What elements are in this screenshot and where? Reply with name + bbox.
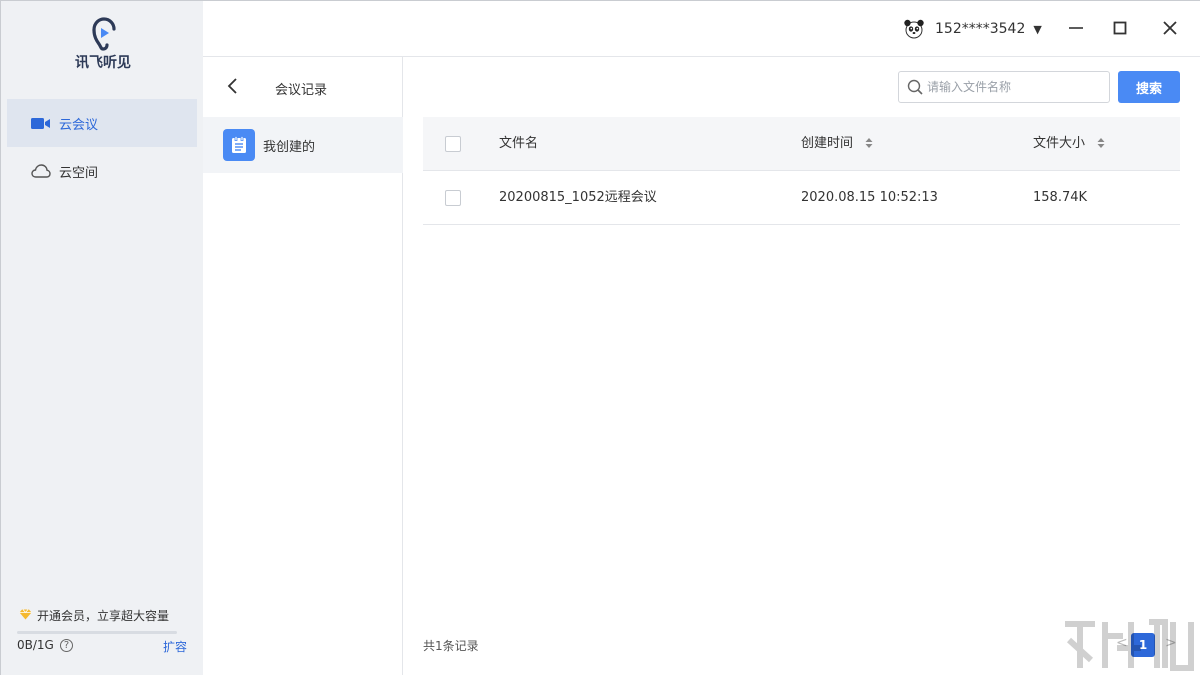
maximize-button[interactable]	[1107, 15, 1133, 41]
row-checkbox[interactable]	[445, 190, 461, 206]
video-camera-icon	[31, 116, 51, 130]
select-all-checkbox[interactable]	[445, 136, 461, 152]
user-name: 152****3542	[935, 21, 1026, 37]
chevron-left-icon	[227, 78, 237, 94]
logo-text: 讯飞听见	[75, 55, 131, 71]
minimize-icon	[1069, 27, 1083, 29]
app-window: 讯飞听见 云会议 云空间 开通会员，立享超大容量 0B/1G ? 扩容 152*…	[0, 0, 1200, 675]
expand-storage-link[interactable]: 扩容	[163, 638, 187, 655]
minimize-button[interactable]	[1063, 15, 1089, 41]
storage-quota-row: 0B/1G ? 扩容	[17, 638, 187, 654]
close-button[interactable]	[1157, 15, 1183, 41]
sort-icon[interactable]	[865, 137, 873, 149]
title-bar: 152****3542 ▼	[203, 1, 1200, 57]
notepad-icon	[223, 129, 255, 161]
close-icon	[1163, 21, 1177, 35]
sidebar: 讯飞听见 云会议 云空间 开通会员，立享超大容量 0B/1G ? 扩容	[1, 1, 203, 675]
search-button[interactable]: 搜索	[1118, 71, 1180, 103]
cell-created-time: 2020.08.15 10:52:13	[801, 190, 938, 205]
sidebar-item-cloud-meeting[interactable]: 云会议	[7, 99, 197, 147]
chevron-down-icon: ▼	[1033, 22, 1042, 36]
diamond-icon	[19, 608, 32, 623]
search-icon	[907, 79, 923, 95]
pane-title: 会议记录	[275, 83, 328, 98]
table-header: 文件名 创建时间 文件大小	[423, 117, 1180, 171]
search-box	[898, 71, 1110, 103]
search-input[interactable]	[927, 80, 1097, 94]
cloud-icon	[31, 164, 51, 178]
column-header-name: 文件名	[499, 136, 539, 151]
cell-file-name: 20200815_1052远程会议	[499, 190, 657, 205]
sidebar-item-label: 云会议	[59, 117, 99, 133]
record-count: 共1条记录	[423, 639, 479, 653]
storage-quota-text: 0B/1G	[17, 638, 54, 652]
sort-icon[interactable]	[1097, 137, 1105, 149]
app-logo: 讯飞听见	[63, 17, 143, 77]
column-header-size[interactable]: 文件大小	[1033, 117, 1105, 171]
sidebar-item-label: 云空间	[59, 165, 99, 181]
pane-item-created-by-me[interactable]: 我创建的	[203, 117, 403, 173]
watermark-logo	[1065, 619, 1194, 671]
cell-file-size: 158.74K	[1033, 190, 1088, 205]
storage-quota-bar	[17, 631, 177, 634]
help-icon[interactable]: ?	[60, 639, 73, 652]
back-button[interactable]	[225, 77, 241, 95]
user-menu[interactable]: 152****3542 ▼	[903, 17, 1042, 41]
sidebar-item-cloud-space[interactable]: 云空间	[7, 147, 197, 195]
pane-item-label: 我创建的	[263, 139, 316, 155]
panda-avatar-icon	[904, 19, 924, 39]
vip-text: 开通会员，立享超大容量	[37, 609, 170, 623]
records-table: 文件名 创建时间 文件大小 20200815_1052远程会议 2020.08.…	[423, 117, 1180, 225]
column-header-created[interactable]: 创建时间	[801, 117, 873, 171]
vip-promo[interactable]: 开通会员，立享超大容量	[19, 607, 169, 624]
table-row[interactable]: 20200815_1052远程会议 2020.08.15 10:52:13 15…	[423, 171, 1180, 225]
meeting-records-pane: 会议记录 我创建的	[203, 57, 403, 675]
maximize-icon	[1113, 21, 1127, 35]
ear-logo-icon	[92, 17, 116, 51]
main-content: 搜索 文件名 创建时间 文件大小 20200815_1052远程会议 2020.…	[403, 57, 1200, 675]
